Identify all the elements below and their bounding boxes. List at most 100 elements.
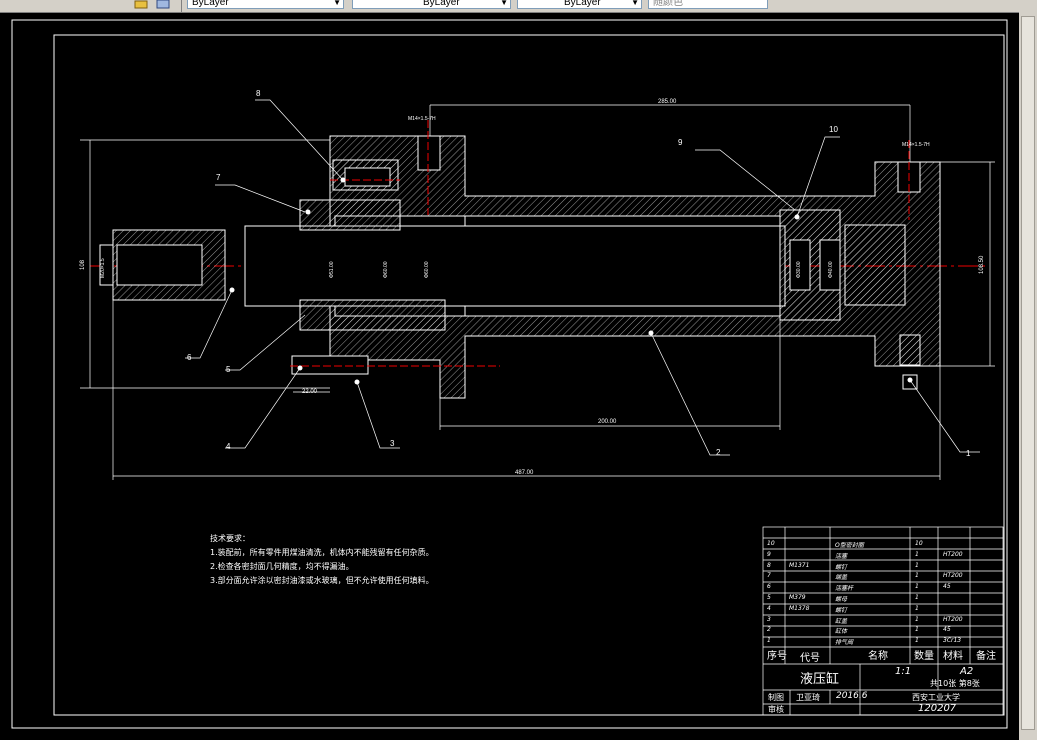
- tech-req-item: 3.部分面允许涂以密封油漆或水玻璃，但不允许使用任何填料。: [210, 576, 434, 585]
- bom-cell-code: M379: [789, 594, 806, 601]
- bom-cell-no: 3: [767, 615, 771, 623]
- bom-row: 4 M1378 螺钉 1: [763, 604, 1003, 614]
- port-fitting: [291, 355, 369, 375]
- balloon-9: 9: [678, 138, 683, 147]
- bom-cell-material: 45: [943, 626, 951, 634]
- chevron-down-icon: ▼: [500, 0, 508, 7]
- layer-states-icon[interactable]: [134, 0, 150, 9]
- balloon-2: 2: [716, 448, 721, 457]
- balloon-6: 6: [187, 353, 192, 362]
- bom-cell-material: 3Cr13: [943, 637, 962, 645]
- bom-cell-qty: 1: [915, 561, 919, 569]
- dim-upper-length: 285.00: [658, 99, 677, 105]
- bom-cell-no: 7: [767, 572, 771, 580]
- dim-port-offset: 22.00: [302, 389, 318, 395]
- bom-cell-qty: 1: [915, 626, 919, 634]
- bom-row: 7 端盖 1 HT200: [763, 571, 1003, 581]
- dim-overall-length: 487.00: [515, 470, 534, 476]
- bom-cell-no: 8: [767, 561, 771, 569]
- bom-cell-qty: 1: [915, 594, 919, 601]
- dim-bore-1: Φ60.00: [383, 261, 389, 278]
- vertical-scrollbar[interactable]: [1019, 12, 1037, 740]
- bom-cell-material: 45: [943, 583, 951, 591]
- dim-rod-dia: Φ51.00: [329, 261, 335, 278]
- bom-cell-no: 5: [767, 594, 771, 601]
- balloon-4: 4: [226, 442, 231, 451]
- bom-cell-name: 缸体: [835, 628, 848, 636]
- lineweight-control-value: ByLayer: [564, 0, 601, 8]
- dim-piston-2: Φ40.00: [828, 261, 834, 278]
- bom-cell-code: M1378: [789, 604, 810, 612]
- dim-height-right: 108.50: [979, 255, 985, 274]
- end-cap: [844, 224, 906, 306]
- gland: [299, 199, 401, 231]
- bom-cell-material: HT200: [943, 550, 963, 558]
- bom-row: 3 缸盖 1 HT200: [763, 615, 1003, 625]
- linetype-control-dropdown[interactable]: ByLayer ▼: [352, 0, 511, 9]
- bom-cell-qty: 1: [915, 615, 919, 623]
- balloon-8: 8: [256, 89, 261, 98]
- bom-row: 5 M379 螺母 1: [763, 593, 1003, 603]
- bom-cell-name: O型密封圈: [835, 542, 864, 549]
- left-port: [417, 135, 441, 171]
- bom-row: 6 活塞杆 1 45: [763, 582, 1003, 592]
- dim-lower-length: 200.00: [598, 419, 617, 425]
- balloon-5: 5: [226, 365, 231, 374]
- dim-height-left: 108: [80, 259, 86, 270]
- linetype-control-value: ByLayer: [423, 0, 460, 8]
- bom-cell-no: 10: [767, 540, 775, 547]
- dim-rod-end: M20×1.5: [100, 258, 106, 278]
- color-control-dropdown[interactable]: ByLayer ▼: [187, 0, 344, 9]
- bom-cell-qty: 1: [915, 572, 919, 580]
- tech-req-item: 2.检查各密封面几何精度，均不得漏油。: [210, 562, 354, 571]
- bom-cell-name: 活塞杆: [835, 585, 854, 593]
- bom-row: 1 排气阀 1 3Cr13: [763, 636, 1003, 646]
- tech-req-title: 技术要求：: [210, 534, 250, 543]
- bom-row: 10 O型密封圈 10: [763, 539, 1003, 549]
- technical-requirements: 技术要求： 1.装配前，所有零件用煤油清洗，机体内不能残留有任何杂质。 2.检查…: [210, 532, 434, 588]
- toolbar-separator: [181, 0, 182, 12]
- bom-cell-material: HT200: [943, 572, 963, 580]
- dim-bore-2: Φ60.00: [424, 261, 430, 278]
- chevron-down-icon: ▼: [333, 0, 341, 7]
- dim-thread-left: M14×1.5-7H: [408, 116, 436, 122]
- bom-row: 9 活塞 1 HT200: [763, 550, 1003, 560]
- bom-row: 8 M1371 螺钉 1: [763, 561, 1003, 571]
- layer-previous-icon[interactable]: [155, 0, 171, 9]
- chevron-down-icon: ▼: [631, 0, 639, 7]
- color-control-value: ByLayer: [192, 0, 229, 8]
- dim-piston-1: Φ30.00: [796, 261, 802, 278]
- dim-thread-right: M14×1.5-7H: [902, 142, 930, 148]
- piston-rod: [244, 225, 786, 307]
- bom-cell-name: 端盖: [835, 574, 848, 582]
- bom-cell-name: 活塞: [835, 552, 848, 560]
- bom-cell-no: 9: [767, 550, 771, 558]
- scrollbar-thumb[interactable]: [1021, 16, 1035, 730]
- bom-cell-code: M1371: [789, 561, 810, 569]
- balloon-3: 3: [390, 439, 395, 448]
- cover: [299, 299, 446, 331]
- rod-end: [99, 229, 226, 301]
- vent-valve: [899, 334, 921, 366]
- bom-cell-no: 6: [767, 583, 771, 591]
- balloon-10: 10: [829, 125, 838, 134]
- bom-cell-name: 缸盖: [835, 617, 848, 625]
- bom-cell-name: 螺钉: [835, 606, 848, 614]
- balloon-7: 7: [216, 173, 221, 182]
- bom-cell-qty: 1: [915, 583, 919, 591]
- tech-req-item: 1.装配前，所有零件用煤油清洗，机体内不能残留有任何杂质。: [210, 548, 434, 557]
- bom-row: 2 缸体 1 45: [763, 625, 1003, 635]
- bom-cell-no: 4: [767, 604, 771, 612]
- bom-cell-name: 螺母: [835, 596, 848, 603]
- bom-cell-material: HT200: [943, 615, 963, 623]
- bom-cell-name: 螺钉: [835, 563, 848, 571]
- balloon-1: 1: [966, 449, 971, 458]
- bom-cell-no: 2: [767, 626, 771, 634]
- bom-cell-no: 1: [767, 637, 771, 645]
- bom-cell-qty: 10: [915, 540, 923, 547]
- bom-cell-name: 排气阀: [835, 639, 854, 647]
- plot-style-dropdown[interactable]: 随颜色: [648, 0, 768, 9]
- bom-cell-qty: 1: [915, 550, 919, 558]
- bom-cell-qty: 1: [915, 637, 919, 645]
- lineweight-control-dropdown[interactable]: ByLayer ▼: [517, 0, 642, 9]
